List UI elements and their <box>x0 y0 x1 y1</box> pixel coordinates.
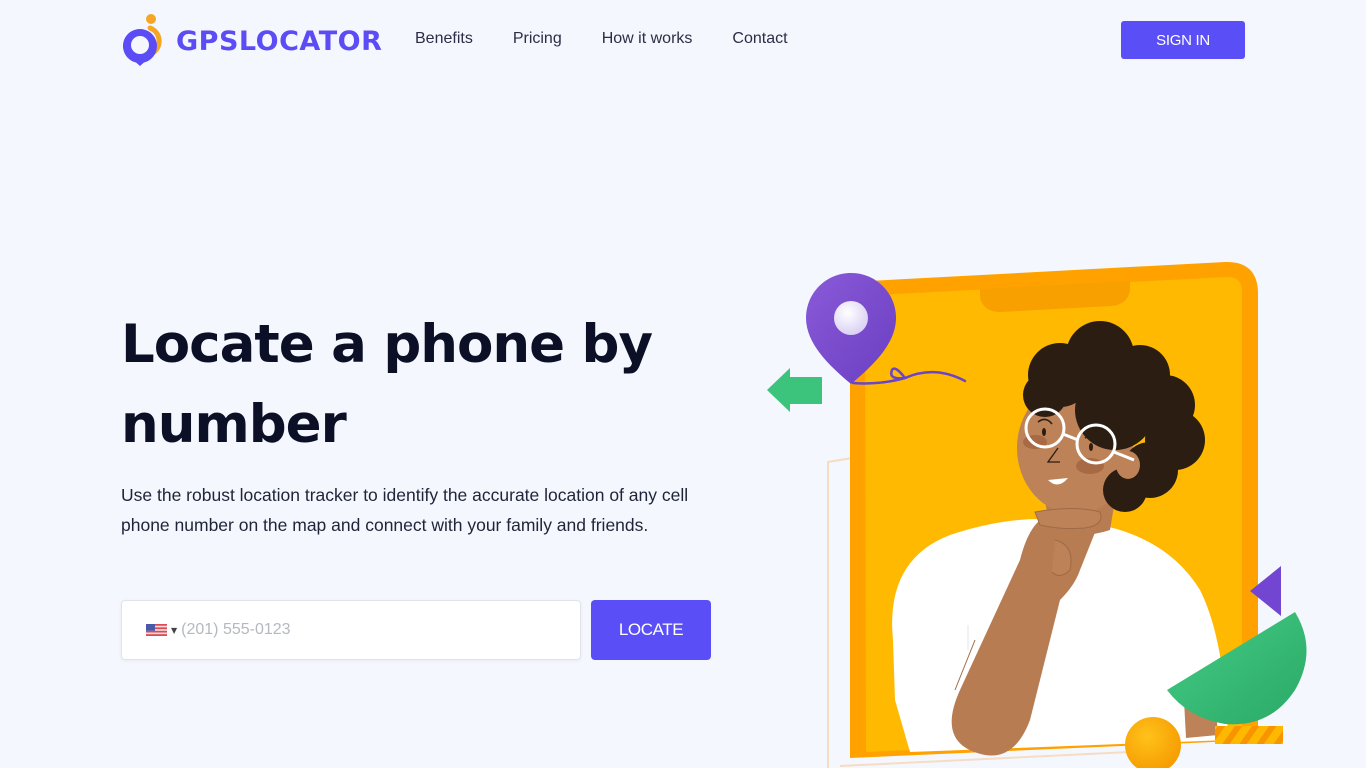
us-flag-icon <box>146 624 167 636</box>
phone-number-field[interactable]: ▼ <box>121 600 581 660</box>
site-header: GPSLOCATOR Benefits Pricing How it works… <box>0 0 1366 80</box>
nav-benefits[interactable]: Benefits <box>415 30 473 48</box>
sign-in-button[interactable]: SIGN IN <box>1121 21 1245 59</box>
brand-name: GPSLOCATOR <box>176 25 383 57</box>
brand-logo[interactable]: GPSLOCATOR <box>120 14 382 66</box>
country-selector[interactable]: ▼ <box>146 624 177 636</box>
hero-title: Locate a phone by number <box>121 314 653 455</box>
nav-contact[interactable]: Contact <box>732 30 787 48</box>
striped-block-shape <box>1215 726 1283 744</box>
nav-how-it-works[interactable]: How it works <box>602 30 693 48</box>
location-chat-logo-icon <box>122 14 162 66</box>
nav-pricing[interactable]: Pricing <box>513 30 562 48</box>
hero-description: Use the robust location tracker to ident… <box>121 485 689 535</box>
locate-button[interactable]: LOCATE <box>591 600 711 660</box>
hero-illustration <box>767 261 1307 768</box>
main-nav: Benefits Pricing How it works Contact <box>415 30 828 48</box>
arrow-left-icon <box>767 368 822 412</box>
caret-down-icon: ▼ <box>171 625 178 635</box>
phone-number-input[interactable] <box>181 621 562 639</box>
